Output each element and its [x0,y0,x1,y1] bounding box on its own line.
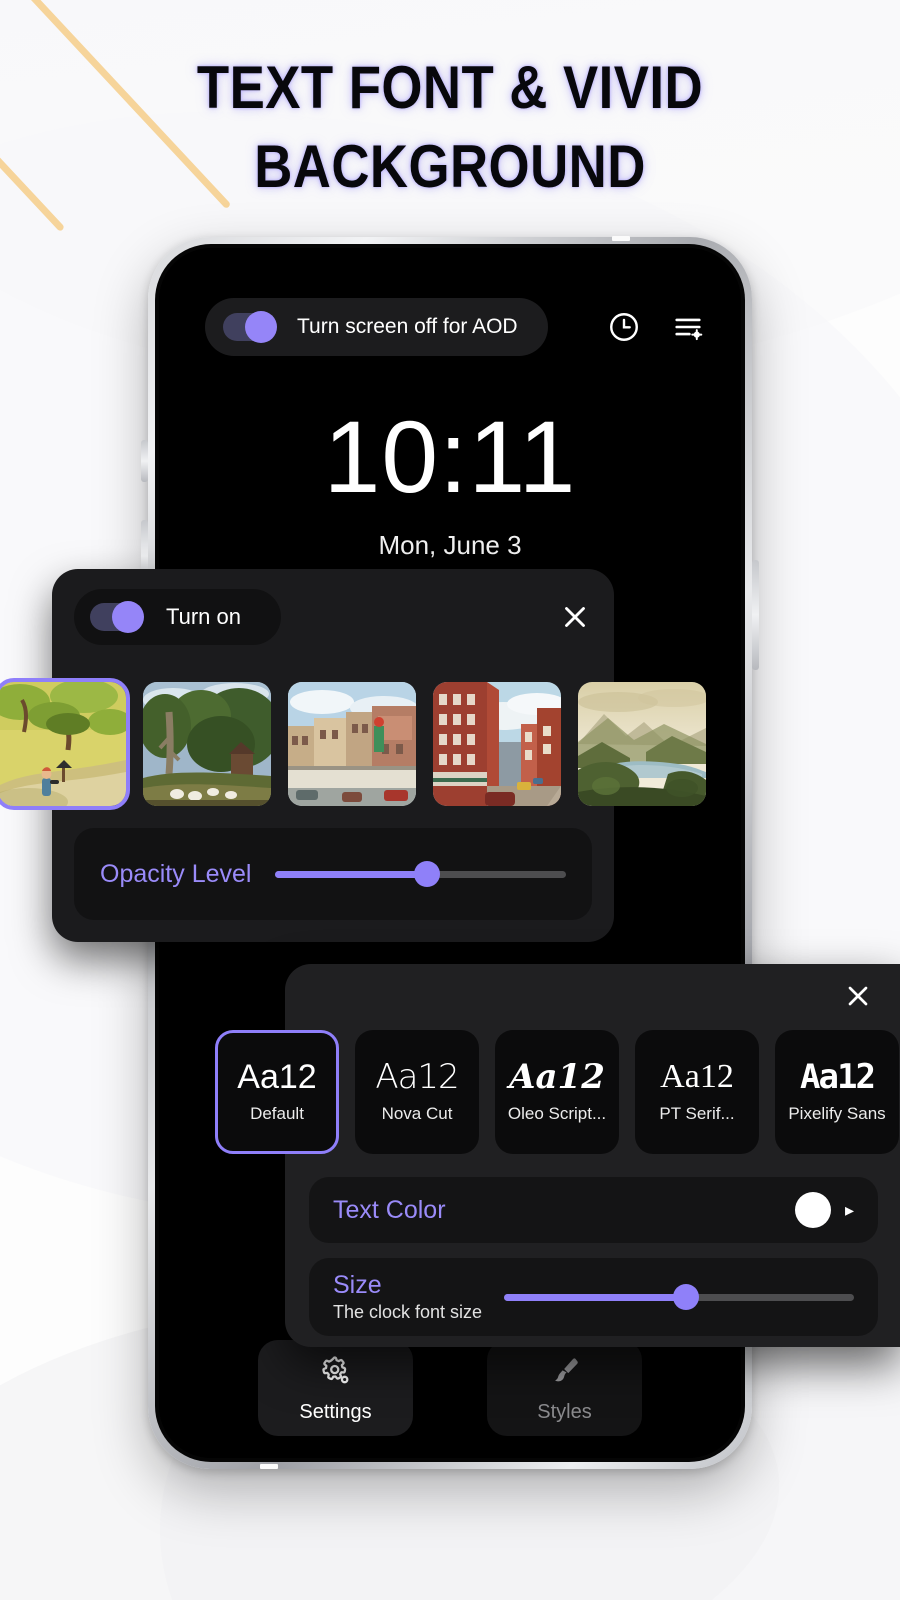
opacity-slider-thumb[interactable] [413,861,440,887]
background-thumbnail-vintage-main-street[interactable] [288,682,416,806]
tune-settings-icon[interactable] [671,310,705,344]
phone-antenna-line-top [612,236,630,241]
nav-label-settings: Settings [299,1401,372,1423]
chevron-right-icon[interactable]: ▸ [845,1201,854,1219]
aod-toggle-label: Turn screen off for AOD [297,315,518,338]
close-icon[interactable] [558,600,592,634]
aod-toggle-pill[interactable]: Turn screen off for AOD [205,298,548,356]
gear-icon [319,1354,353,1393]
font-chip-pt-serif[interactable]: Aa12 PT Serif... [635,1030,759,1154]
phone-mute-button [141,440,148,482]
clock-date: Mon, June 3 [378,530,522,560]
phone-power-button [752,560,759,670]
font-chip-oleo-script[interactable]: Aa12 Oleo Script... [495,1030,619,1154]
background-enable-pill[interactable]: Turn on [74,589,282,645]
bottom-navigation: Settings Styles [159,1340,741,1436]
font-sample-pixelify-sans: Aa12 [800,1057,876,1097]
background-thumbnail-row [0,678,706,810]
nav-label-styles: Styles [537,1401,592,1423]
font-size-label: Size [333,1271,382,1299]
background-panel-header: Turn on [74,589,592,645]
aod-toggle-knob [245,311,277,343]
font-chip-nova-cut[interactable]: Aa12 Nova Cut [355,1030,479,1154]
background-enable-label: Turn on [166,604,242,629]
background-thumbnail-illustrated-green-landscape[interactable] [0,678,130,810]
text-color-row[interactable]: Text Color ▸ [309,1177,878,1243]
promo-headline: TEXT FONT & VIVID BACKGROUND [54,48,846,206]
text-color-swatch[interactable] [794,1192,831,1228]
opacity-level-label: Opacity Level [100,859,252,888]
headline-line-2: BACKGROUND [254,133,646,201]
font-size-row: Size The clock font size [309,1258,878,1336]
font-chip-pixelify-sans[interactable]: Aa12 Pixelify Sans [775,1030,899,1154]
font-sample-pt-serif: Aa12 [660,1058,734,1095]
font-sample-oleo-script: Aa12 [509,1057,605,1097]
font-size-labels: Size The clock font size [333,1271,482,1323]
font-size-sublabel: The clock font size [333,1302,483,1322]
font-chip-row: Aa12 Default Aa12 Nova Cut Aa12 Oleo Scr… [215,1030,899,1154]
background-thumbnail-valley-lake-landscape[interactable] [578,682,706,806]
clock-icon[interactable] [607,310,641,344]
font-panel-header [285,980,900,1014]
opacity-slider-fill [275,870,427,878]
font-size-slider-thumb[interactable] [673,1284,700,1310]
font-size-slider[interactable] [504,1282,854,1312]
text-color-label: Text Color [333,1195,446,1224]
font-name-default: Default [250,1104,304,1123]
font-chip-default[interactable]: Aa12 Default [215,1030,339,1154]
opacity-level-row: Opacity Level [74,828,592,920]
font-sample-nova-cut: Aa12 [375,1057,459,1097]
background-thumbnail-red-brick-city-street[interactable] [433,682,561,806]
close-icon[interactable] [842,980,876,1014]
headline-line-1: TEXT FONT & VIVID [196,54,704,121]
font-name-pixelify-sans: Pixelify Sans [788,1104,886,1123]
background-thumbnail-painted-forest-with-sheep[interactable] [143,682,271,806]
phone-antenna-line-bottom [260,1464,278,1469]
font-name-nova-cut: Nova Cut [381,1104,453,1123]
background-enable-toggle[interactable] [90,601,144,633]
font-style-panel: Aa12 Default Aa12 Nova Cut Aa12 Oleo Scr… [215,964,900,1347]
aod-toggle-switch[interactable] [223,311,277,343]
font-sample-default: Aa12 [237,1058,317,1096]
font-size-slider-fill [504,1293,687,1301]
opacity-level-slider[interactable] [275,859,566,889]
brush-icon [548,1354,582,1393]
topbar-icon-group [607,310,705,344]
text-color-control[interactable]: ▸ [794,1192,854,1228]
font-name-oleo-script: Oleo Script... [507,1104,607,1123]
lockscreen-clock: 10:11 Mon, June 3 [159,406,741,561]
background-enable-knob [112,601,144,633]
font-name-pt-serif: PT Serif... [659,1104,735,1123]
background-picker-panel: Turn on Opacity Level [0,569,706,942]
app-topbar: Turn screen off for AOD [205,298,705,356]
nav-item-settings[interactable]: Settings [258,1340,413,1436]
nav-item-styles[interactable]: Styles [487,1340,642,1436]
clock-time: 10:11 [323,400,577,514]
